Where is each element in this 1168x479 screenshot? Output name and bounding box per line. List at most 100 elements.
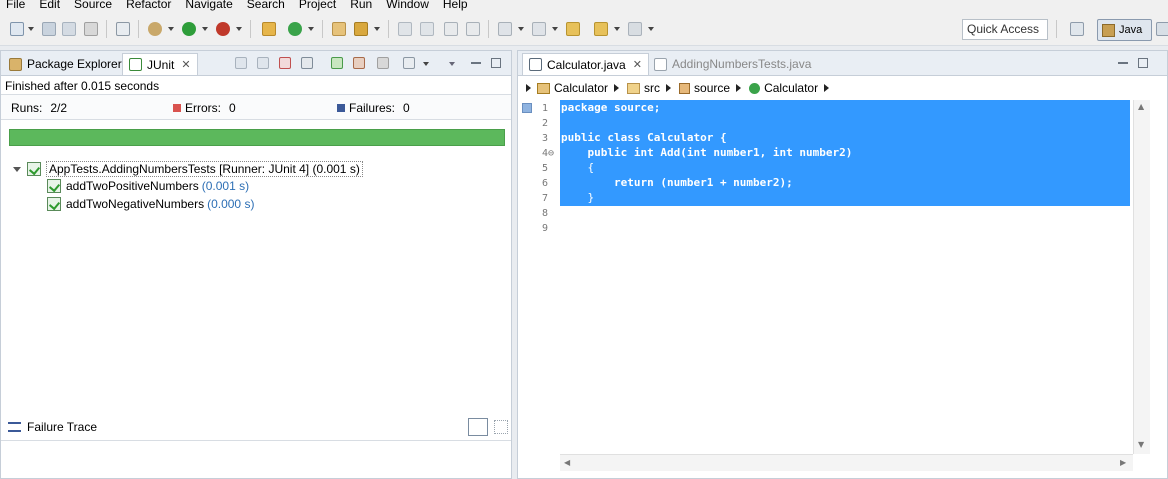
- line-number: 1: [541, 103, 548, 114]
- print-icon[interactable]: [84, 22, 98, 36]
- compare-result-icon[interactable]: [494, 420, 508, 434]
- search-dropdown-arrow[interactable]: [374, 27, 380, 31]
- collapse-icon[interactable]: [13, 166, 21, 172]
- maximize-icon[interactable]: [491, 58, 501, 68]
- new-class-icon[interactable]: [288, 22, 302, 36]
- overview-ruler[interactable]: [518, 100, 534, 478]
- menu-project[interactable]: Project: [299, 0, 336, 10]
- chevron-right-icon[interactable]: [666, 84, 672, 92]
- tree-suite[interactable]: AppTests.AddingNumbersTests [Runner: JUn…: [13, 161, 363, 177]
- test-run-history-icon[interactable]: [403, 57, 415, 69]
- save-all-icon[interactable]: [62, 22, 76, 36]
- chevron-right-icon[interactable]: [614, 84, 620, 92]
- close-icon[interactable]: ✕: [181, 58, 190, 71]
- menu-run[interactable]: Run: [350, 0, 372, 10]
- new-java-project-icon[interactable]: [262, 22, 276, 36]
- debug-icon[interactable]: [148, 22, 162, 36]
- debug-perspective-icon[interactable]: [1156, 22, 1168, 36]
- menu-navigate[interactable]: Navigate: [185, 0, 232, 10]
- search-icon[interactable]: [354, 22, 368, 36]
- tree-test-item[interactable]: addTwoNegativeNumbers (0.000 s): [47, 197, 254, 211]
- open-type-icon[interactable]: [332, 22, 346, 36]
- debug-dropdown-arrow[interactable]: [168, 27, 174, 31]
- toggle-mark-occurrences-icon[interactable]: [398, 22, 412, 36]
- run-dropdown-arrow[interactable]: [202, 27, 208, 31]
- stop-run-icon[interactable]: [377, 57, 389, 69]
- show-failures-only-icon[interactable]: [279, 57, 291, 69]
- horizontal-scrollbar[interactable]: ◀ ▶: [560, 454, 1133, 471]
- scroll-down-icon[interactable]: ▼: [1138, 440, 1144, 449]
- code-line: }: [561, 191, 595, 204]
- tab-junit[interactable]: JUnit ✕: [122, 53, 198, 75]
- breadcrumb-class[interactable]: Calculator: [749, 81, 818, 95]
- external-tools-dropdown-arrow[interactable]: [236, 27, 242, 31]
- quick-access-input[interactable]: Quick Access: [962, 19, 1048, 40]
- maximize-icon[interactable]: [1138, 58, 1148, 68]
- save-icon[interactable]: [42, 22, 56, 36]
- forward-icon[interactable]: [628, 22, 642, 36]
- failure-trace-area[interactable]: [1, 440, 511, 478]
- rerun-failures-first-icon[interactable]: [353, 57, 365, 69]
- new-dropdown-arrow[interactable]: [28, 27, 34, 31]
- show-whitespace-icon[interactable]: [466, 22, 480, 36]
- open-perspective-icon[interactable]: [1070, 22, 1084, 36]
- new-class-dropdown-arrow[interactable]: [308, 27, 314, 31]
- vertical-scrollbar[interactable]: ▲ ▼: [1133, 100, 1150, 454]
- skip-breakpoints-icon[interactable]: [116, 22, 130, 36]
- tree-test-item[interactable]: addTwoPositiveNumbers (0.001 s): [47, 179, 249, 193]
- tab-package-explorer[interactable]: Package Explorer: [3, 53, 128, 75]
- breadcrumb-project[interactable]: Calculator: [537, 81, 608, 95]
- menu-search[interactable]: Search: [247, 0, 285, 10]
- tab-calculator-java[interactable]: Calculator.java ✕: [522, 53, 649, 75]
- back-dropdown-arrow[interactable]: [614, 27, 620, 31]
- back-icon[interactable]: [594, 22, 608, 36]
- failure-trace-header: Failure Trace: [1, 414, 511, 440]
- new-icon[interactable]: [10, 22, 24, 36]
- tab-adding-numbers-tests[interactable]: AddingNumbersTests.java: [648, 53, 817, 75]
- toolbar-separator: [250, 20, 251, 38]
- scroll-lock-icon[interactable]: [301, 57, 313, 69]
- menu-source[interactable]: Source: [74, 0, 112, 10]
- filter-stack-trace-button[interactable]: [468, 418, 488, 436]
- next-annotation-dropdown-arrow[interactable]: [518, 27, 524, 31]
- forward-dropdown-arrow[interactable]: [648, 27, 654, 31]
- menu-refactor[interactable]: Refactor: [126, 0, 171, 10]
- external-tools-icon[interactable]: [216, 22, 230, 36]
- previous-annotation-icon[interactable]: [532, 22, 546, 36]
- last-edit-location-icon[interactable]: [566, 22, 580, 36]
- line-number: 8: [541, 208, 548, 219]
- close-icon[interactable]: ✕: [633, 58, 642, 71]
- next-failure-icon[interactable]: [235, 57, 247, 69]
- next-annotation-icon[interactable]: [498, 22, 512, 36]
- chevron-right-icon[interactable]: [736, 84, 742, 92]
- menu-file[interactable]: File: [6, 0, 25, 10]
- minimize-icon[interactable]: [1118, 62, 1128, 64]
- run-icon[interactable]: [182, 22, 196, 36]
- rerun-test-icon[interactable]: [331, 57, 343, 69]
- menu-window[interactable]: Window: [386, 0, 429, 10]
- history-dropdown-arrow[interactable]: [423, 62, 429, 66]
- line-number[interactable]: 4⊖: [534, 148, 554, 159]
- breadcrumb-src[interactable]: src: [627, 81, 660, 95]
- errors-label: Errors:: [185, 101, 221, 115]
- runs-label: Runs:: [11, 101, 43, 115]
- code-text-area[interactable]: package source; public class Calculator …: [560, 100, 1133, 454]
- previous-failure-icon[interactable]: [257, 57, 269, 69]
- scroll-right-icon[interactable]: ▶: [1120, 458, 1126, 467]
- toggle-breadcrumb-icon[interactable]: [420, 22, 434, 36]
- tab-adding-numbers-label: AddingNumbersTests.java: [672, 57, 812, 71]
- view-menu-icon[interactable]: [449, 62, 455, 66]
- scroll-left-icon[interactable]: ◀: [564, 458, 570, 467]
- editor-area: Calculator.java ✕ AddingNumbersTests.jav…: [517, 50, 1168, 479]
- menu-edit[interactable]: Edit: [39, 0, 60, 10]
- chevron-right-icon[interactable]: [824, 84, 830, 92]
- chevron-right-icon[interactable]: [526, 84, 531, 92]
- previous-annotation-dropdown-arrow[interactable]: [552, 27, 558, 31]
- block-selection-icon[interactable]: [444, 22, 458, 36]
- scroll-up-icon[interactable]: ▲: [1138, 102, 1144, 111]
- code-editor[interactable]: 1 2 3 4⊖ 5 6 7 8 9 package source; publi…: [518, 100, 1167, 478]
- menu-help[interactable]: Help: [443, 0, 468, 10]
- breadcrumb-package[interactable]: source: [679, 81, 730, 95]
- java-perspective-button[interactable]: Java: [1097, 19, 1152, 41]
- minimize-icon[interactable]: [471, 62, 481, 64]
